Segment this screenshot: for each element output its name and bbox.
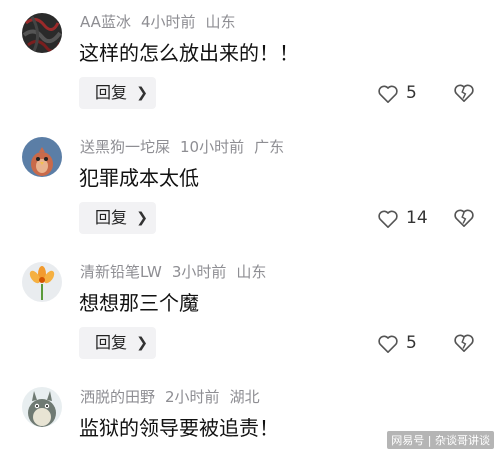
heart-icon: [378, 85, 398, 103]
watermark: 网易号 | 杂谈哥讲谈: [387, 431, 494, 449]
totoro-avatar-icon: [22, 387, 62, 427]
comment-text: 监狱的领导要被追责！: [79, 416, 279, 440]
username[interactable]: 送黑狗一坨屎: [80, 138, 170, 156]
chevron-right-icon: ❯: [136, 210, 148, 226]
comment-meta: 清新铅笔LW 3小时前 山东: [80, 262, 276, 282]
orange-flower-avatar-icon: [22, 262, 62, 302]
comment-location: 山东: [236, 263, 267, 281]
avatar[interactable]: [22, 387, 62, 427]
reply-button[interactable]: 回复 ❯: [79, 77, 156, 109]
heart-icon: [378, 210, 398, 228]
comment-meta: AA蓝冰 4小时前 山东: [80, 12, 246, 32]
reply-label: 回复: [95, 83, 128, 102]
broken-heart-icon: [454, 334, 474, 352]
username[interactable]: 清新铅笔LW: [80, 263, 162, 281]
comment-item: AA蓝冰 4小时前 山东 这样的怎么放出来的！！ 回复 ❯ 5: [0, 0, 500, 125]
like-count: 5: [406, 333, 417, 353]
comment-location: 广东: [254, 138, 285, 156]
like-button[interactable]: 5: [377, 80, 437, 110]
avatar[interactable]: [22, 262, 62, 302]
avatar[interactable]: [22, 13, 62, 53]
heart-icon: [378, 335, 398, 353]
username[interactable]: 洒脱的田野: [80, 388, 155, 406]
cartoon-bird-avatar-icon: [22, 137, 62, 177]
dislike-button[interactable]: [453, 83, 475, 105]
comment-text: 犯罪成本太低: [79, 166, 199, 190]
comment-time: 2小时前: [165, 388, 220, 406]
like-button[interactable]: 5: [377, 330, 437, 360]
comment-meta: 送黑狗一坨屎 10小时前 广东: [80, 137, 294, 157]
comment-item: 送黑狗一坨屎 10小时前 广东 犯罪成本太低 回复 ❯ 14: [0, 125, 500, 250]
reply-button[interactable]: 回复 ❯: [79, 327, 156, 359]
like-button[interactable]: 14: [377, 205, 437, 235]
avatar[interactable]: [22, 137, 62, 177]
reply-label: 回复: [95, 333, 128, 352]
broken-heart-icon: [454, 84, 474, 102]
dislike-button[interactable]: [453, 333, 475, 355]
broken-heart-icon: [454, 209, 474, 227]
comment-time: 3小时前: [171, 263, 227, 281]
comment-location: 湖北: [229, 388, 260, 406]
comment-text: 想想那三个魔: [79, 291, 199, 315]
like-count: 14: [406, 208, 428, 228]
chevron-right-icon: ❯: [136, 85, 148, 101]
tangled-black-avatar-icon: [22, 13, 62, 53]
comment-time: 4小时前: [140, 13, 196, 31]
comment-item: 清新铅笔LW 3小时前 山东 想想那三个魔 回复 ❯ 5: [0, 250, 500, 375]
username[interactable]: AA蓝冰: [80, 13, 131, 31]
comment-location: 山东: [205, 13, 236, 31]
like-count: 5: [406, 83, 417, 103]
comment-time: 10小时前: [180, 138, 245, 156]
chevron-right-icon: ❯: [136, 335, 148, 351]
comment-text: 这样的怎么放出来的！！: [79, 41, 299, 65]
comment-meta: 洒脱的田野 2小时前 湖北: [80, 387, 270, 407]
reply-label: 回复: [95, 208, 128, 227]
reply-button[interactable]: 回复 ❯: [79, 202, 156, 234]
dislike-button[interactable]: [453, 208, 475, 230]
